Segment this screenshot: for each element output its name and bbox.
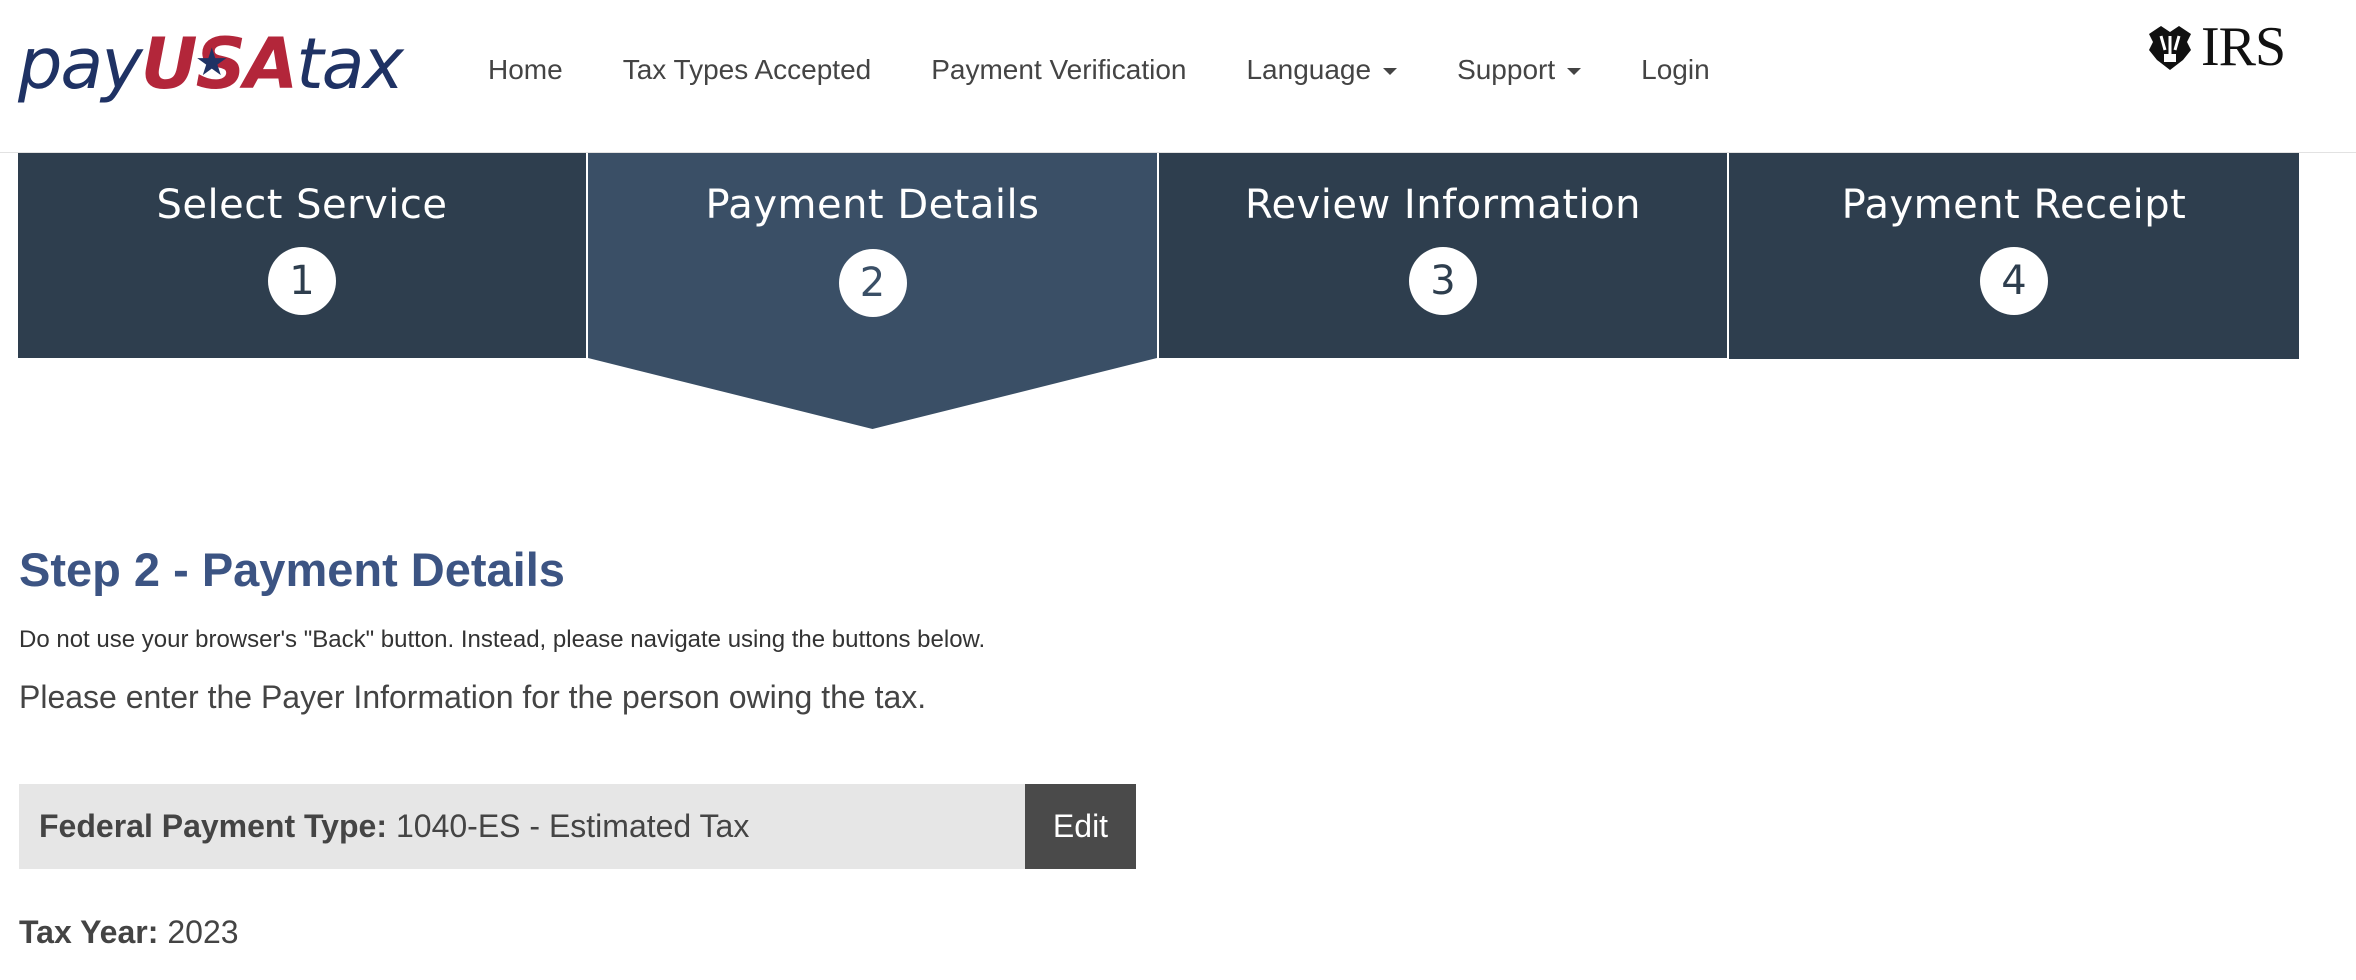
- payment-type-label: Federal Payment Type:: [39, 808, 387, 844]
- site-header: pay USA ★ tax Home Tax Types Accepted Pay…: [0, 0, 2356, 153]
- nav-login[interactable]: Login: [1611, 54, 1740, 86]
- step-number-badge: 1: [268, 247, 336, 315]
- nav-payment-verification[interactable]: Payment Verification: [901, 54, 1216, 86]
- progress-steps: Select Service 1 Payment Details 2 Revie…: [18, 153, 2299, 429]
- nav-support-label: Support: [1457, 54, 1556, 85]
- step-payment-receipt[interactable]: Payment Receipt 4: [1729, 153, 2299, 359]
- tax-year-value: 2023: [167, 914, 239, 950]
- caret-down-icon: [1383, 67, 1398, 75]
- logo-pay-text: pay: [18, 23, 143, 105]
- nav-support-dropdown[interactable]: Support: [1427, 54, 1611, 86]
- payusatax-logo[interactable]: pay USA ★ tax: [18, 22, 404, 107]
- step-title: Select Service: [156, 182, 448, 228]
- step-title: Review Information: [1245, 182, 1641, 228]
- nav-tax-types-label: Tax Types Accepted: [622, 54, 872, 85]
- nav-home-label: Home: [488, 54, 563, 85]
- step-number-badge: 4: [1980, 247, 2048, 315]
- star-icon: ★: [194, 40, 229, 84]
- page-title: Step 2 - Payment Details: [19, 543, 565, 596]
- nav-payment-verification-label: Payment Verification: [931, 54, 1187, 85]
- step-title: Payment Receipt: [1841, 182, 2187, 228]
- nav-language-dropdown[interactable]: Language: [1216, 54, 1427, 86]
- irs-logo-text: IRS: [2201, 16, 2286, 78]
- nav-login-label: Login: [1641, 54, 1710, 85]
- main-nav: Home Tax Types Accepted Payment Verifica…: [458, 45, 1740, 95]
- nav-language-label: Language: [1246, 54, 1372, 85]
- caret-down-icon: [1567, 67, 1582, 75]
- step-review-information[interactable]: Review Information 3: [1159, 153, 1727, 358]
- nav-home[interactable]: Home: [458, 54, 593, 86]
- irs-logo[interactable]: IRS: [2143, 16, 2286, 78]
- payment-type-value: 1040-ES - Estimated Tax: [395, 808, 750, 844]
- nav-tax-types-accepted[interactable]: Tax Types Accepted: [593, 54, 902, 86]
- step-number-badge: 2: [838, 249, 907, 317]
- step-payment-details-active[interactable]: Payment Details 2: [588, 153, 1157, 429]
- logo-tax-text: tax: [296, 23, 404, 105]
- step-title: Payment Details: [705, 182, 1040, 228]
- tax-year-row: Tax Year: 2023: [19, 912, 239, 952]
- main-content: Step 2 - Payment Details Do not use your…: [19, 540, 1519, 950]
- federal-payment-type-bar: Federal Payment Type: 1040-ES - Estimate…: [19, 784, 1136, 869]
- irs-eagle-icon: [2149, 26, 2191, 70]
- step-number-badge: 3: [1409, 247, 1477, 315]
- back-button-warning: Do not use your browser's "Back" button.…: [19, 626, 986, 653]
- logo-usa-text: USA ★: [141, 22, 298, 107]
- tax-year-label: Tax Year:: [19, 914, 159, 950]
- payer-info-prompt: Please enter the Payer Information for t…: [19, 679, 927, 715]
- edit-payment-type-button[interactable]: Edit: [1025, 784, 1136, 869]
- step-select-service[interactable]: Select Service 1: [18, 153, 586, 358]
